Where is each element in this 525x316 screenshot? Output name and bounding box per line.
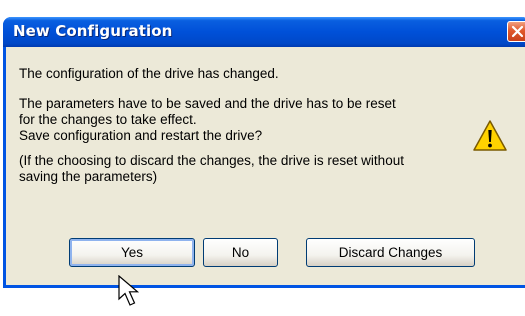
- no-button[interactable]: No: [203, 238, 278, 267]
- close-button[interactable]: [507, 21, 525, 42]
- close-icon: [511, 25, 524, 38]
- mouse-cursor-icon: [118, 274, 144, 316]
- title-bar[interactable]: New Configuration: [3, 17, 525, 47]
- message-line-2: The parameters have to be saved and the …: [19, 96, 396, 111]
- dialog-title: New Configuration: [13, 22, 173, 40]
- message-line-3: for the changes to take effect.: [19, 112, 197, 127]
- yes-button[interactable]: Yes: [69, 238, 195, 267]
- message-line-4: Save configuration and restart the drive…: [19, 128, 263, 143]
- discard-changes-button[interactable]: Discard Changes: [306, 238, 475, 267]
- warning-icon: [472, 119, 508, 158]
- message-line-5: (If the choosing to discard the changes,…: [19, 153, 404, 168]
- new-configuration-dialog: New Configuration The configuration of t…: [3, 17, 525, 288]
- message-line-6: saving the parameters): [19, 169, 158, 184]
- message-line-1: The configuration of the drive has chang…: [19, 66, 279, 81]
